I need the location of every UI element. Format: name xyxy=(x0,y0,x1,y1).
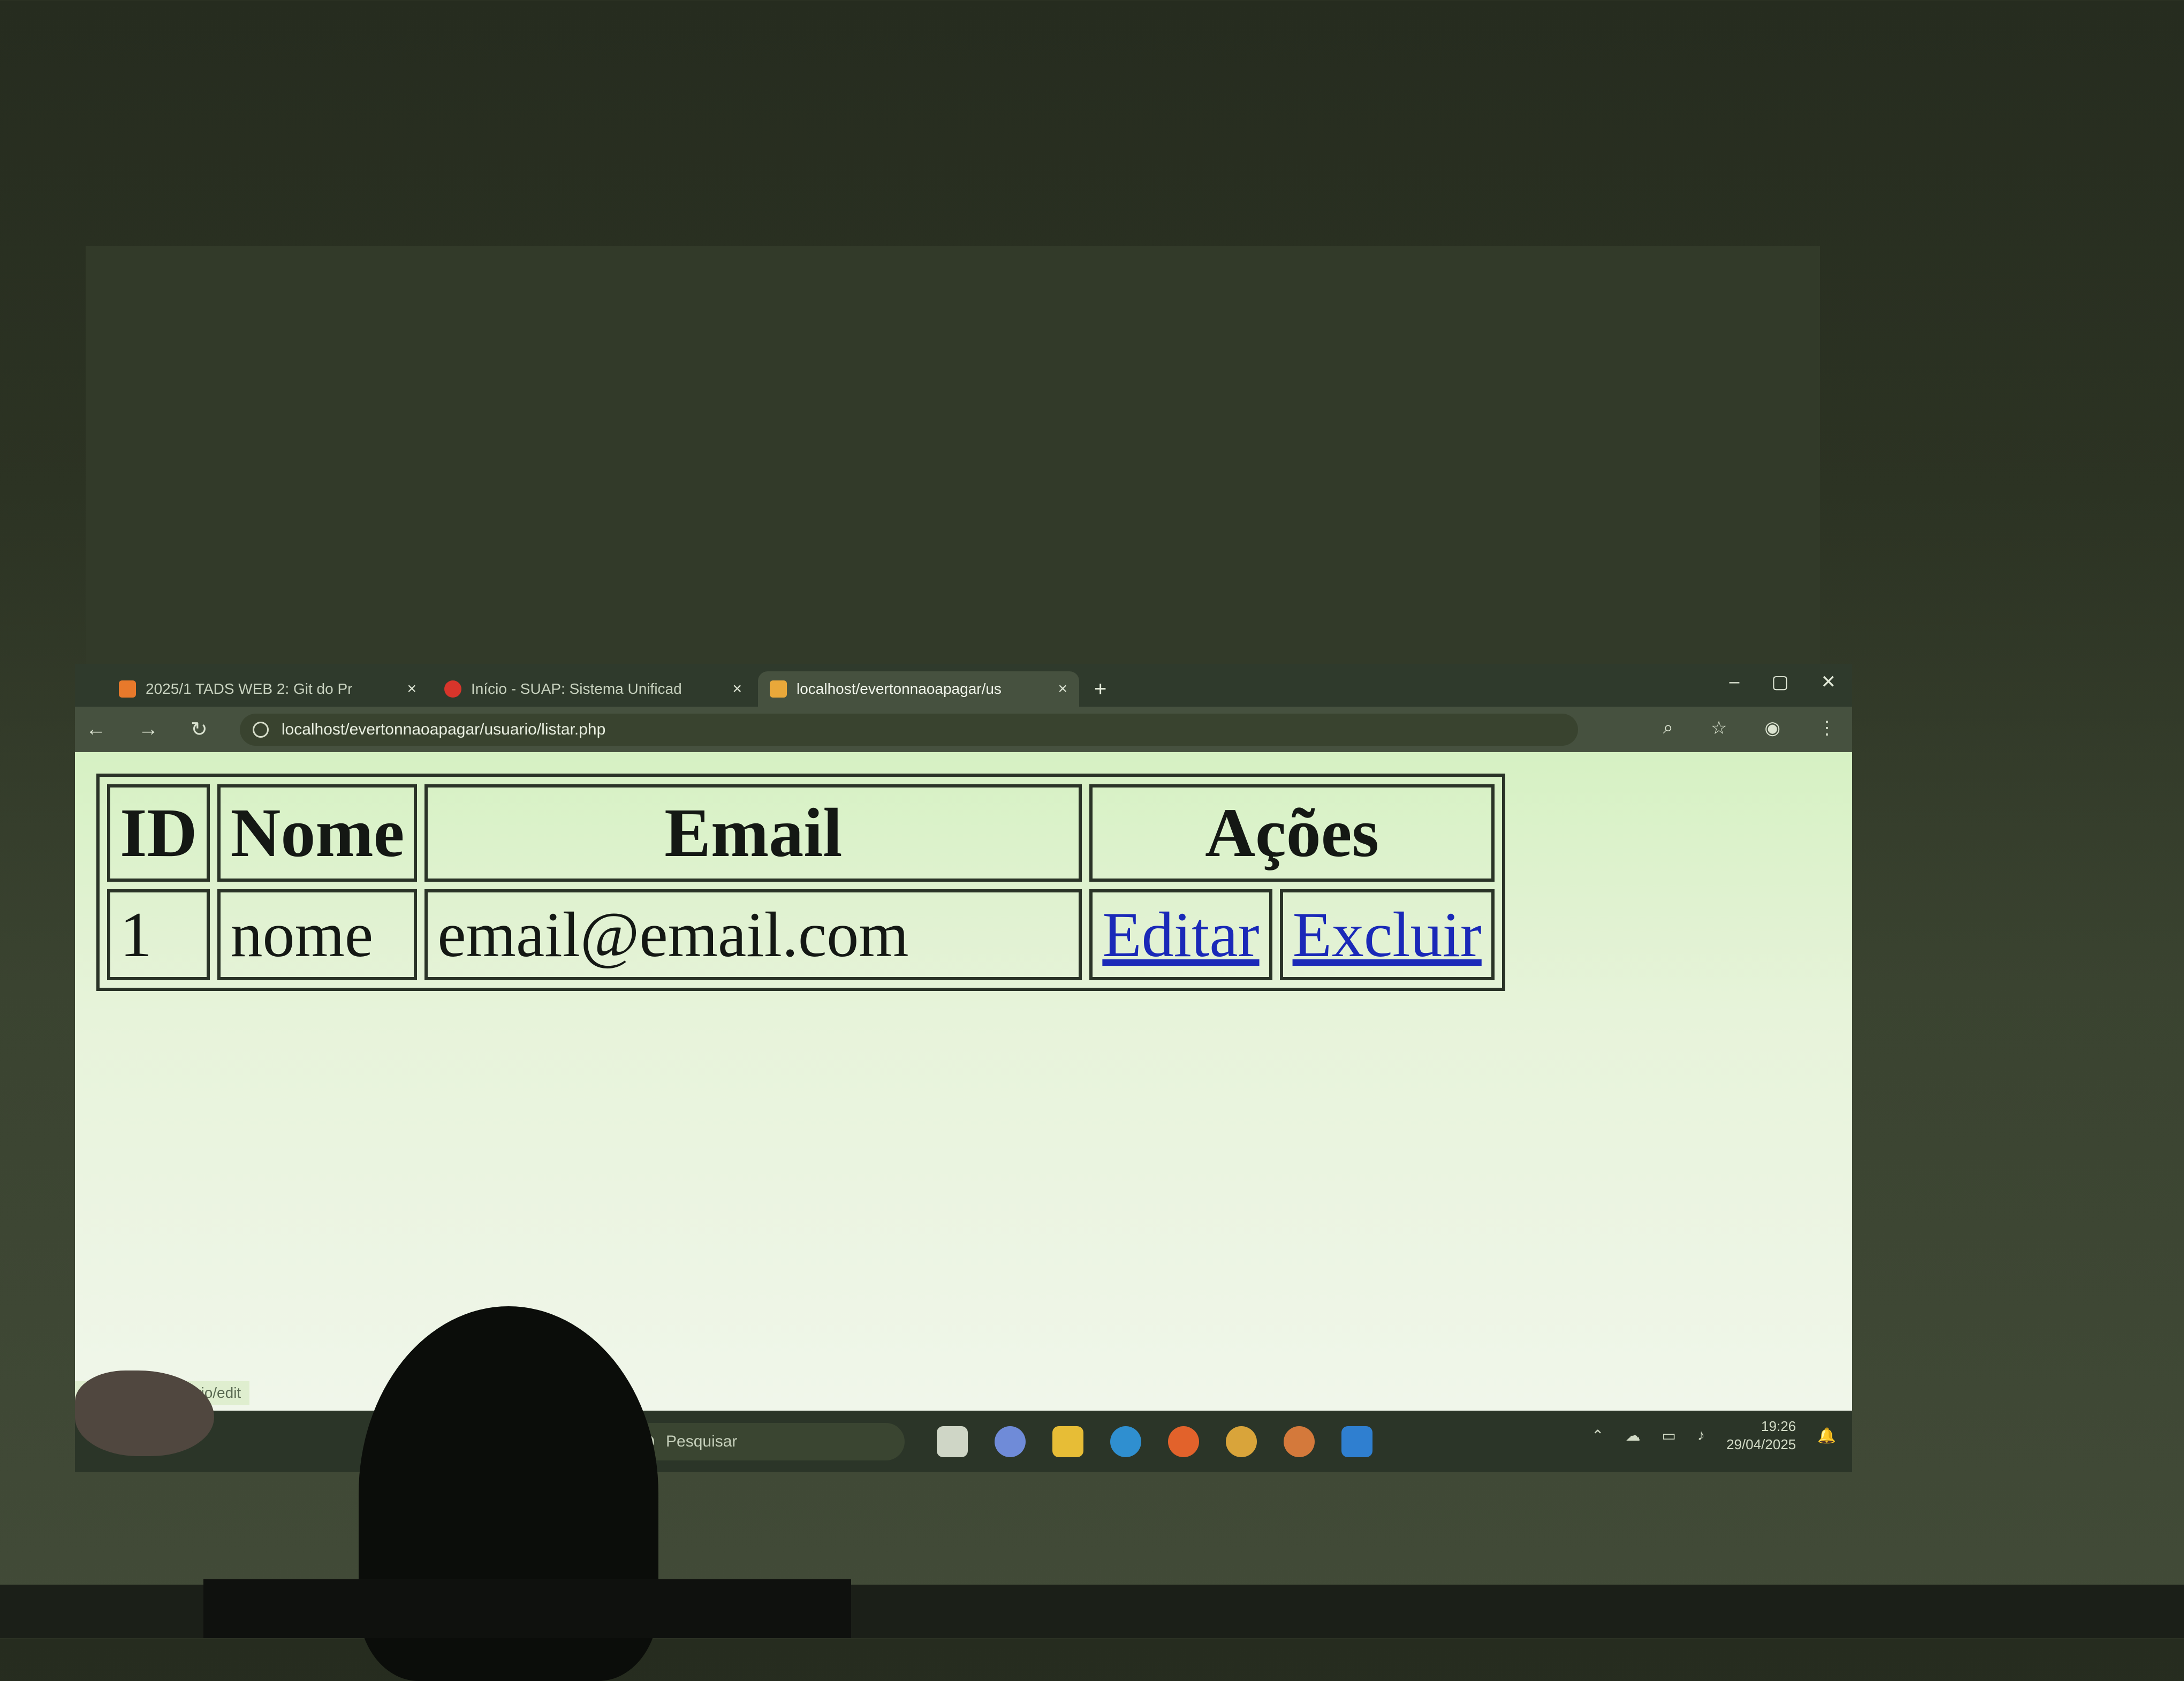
header-id: ID xyxy=(107,784,210,882)
cell-nome: nome xyxy=(217,889,418,980)
zoom-icon[interactable]: ⌕ xyxy=(1663,717,1673,739)
cell-email: email@email.com xyxy=(424,889,1082,980)
task-view-icon[interactable] xyxy=(937,1426,968,1457)
cell-id: 1 xyxy=(107,889,210,980)
toolbar-icons: ⌕ ☆ ◉ ⋮ xyxy=(1663,717,1836,739)
notification-icon[interactable]: 🔔 xyxy=(1817,1427,1836,1444)
star-icon[interactable]: ☆ xyxy=(1711,717,1727,739)
projection-screen-blank xyxy=(86,246,1820,675)
edit-link[interactable]: Editar xyxy=(1102,899,1259,970)
taskbar-apps xyxy=(937,1426,1372,1457)
table-header-row: ID Nome Email Ações xyxy=(107,784,1495,882)
system-tray: ⌃ ☁ ▭ ♪ 19:26 29/04/2025 🔔 xyxy=(1591,1417,1836,1453)
url-text: localhost/evertonnaoapagar/usuario/lista… xyxy=(281,720,606,738)
tab-close-icon[interactable]: × xyxy=(407,680,416,698)
delete-link[interactable]: Excluir xyxy=(1293,899,1482,970)
vscode-icon[interactable] xyxy=(1341,1426,1372,1457)
browser-chrome: 2025/1 TADS WEB 2: Git do Pr × Início - … xyxy=(75,664,1852,752)
address-bar-row: ← → ↻ localhost/evertonnaoapagar/usuario… xyxy=(75,707,1852,752)
tab-strip: 2025/1 TADS WEB 2: Git do Pr × Início - … xyxy=(75,664,1852,707)
copilot-icon[interactable] xyxy=(995,1426,1026,1457)
edge-icon[interactable] xyxy=(1110,1426,1141,1457)
tab-close-icon[interactable]: × xyxy=(1058,680,1067,698)
suap-favicon-icon xyxy=(444,680,461,698)
users-table: ID Nome Email Ações 1 nome email@email.c… xyxy=(96,774,1505,991)
file-explorer-icon[interactable] xyxy=(1052,1426,1083,1457)
browser-window: 2025/1 TADS WEB 2: Git do Pr × Início - … xyxy=(75,664,1852,1472)
cell-delete: Excluir xyxy=(1279,889,1495,980)
display-icon[interactable]: ▭ xyxy=(1662,1427,1676,1444)
page-content: ID Nome Email Ações 1 nome email@email.c… xyxy=(75,752,1852,1411)
search-placeholder: Pesquisar xyxy=(666,1432,738,1450)
clock-date: 29/04/2025 xyxy=(1726,1436,1796,1452)
tab-suap[interactable]: Início - SUAP: Sistema Unificad × xyxy=(433,671,754,707)
tab-title: 2025/1 TADS WEB 2: Git do Pr xyxy=(146,680,353,697)
cell-edit: Editar xyxy=(1089,889,1272,980)
taskbar-search-input[interactable]: Pesquisar xyxy=(626,1422,905,1460)
tab-tads-web[interactable]: 2025/1 TADS WEB 2: Git do Pr × xyxy=(107,671,428,707)
site-info-icon[interactable] xyxy=(252,721,269,738)
cloud-icon[interactable]: ☁ xyxy=(1626,1427,1641,1444)
speaker-icon[interactable]: ♪ xyxy=(1697,1427,1705,1444)
header-nome: Nome xyxy=(217,784,418,882)
clock-time: 19:26 xyxy=(1761,1418,1796,1434)
chevron-up-icon[interactable]: ⌃ xyxy=(1591,1427,1604,1444)
forward-icon[interactable]: → xyxy=(138,718,158,741)
clock[interactable]: 19:26 29/04/2025 xyxy=(1726,1417,1796,1453)
header-acoes: Ações xyxy=(1089,784,1495,882)
table-row: 1 nome email@email.com Editar Excluir xyxy=(107,889,1495,980)
window-controls: – ▢ ✕ xyxy=(1729,671,1836,693)
chrome-profile-icon[interactable] xyxy=(1284,1426,1315,1457)
tab-title: Início - SUAP: Sistema Unificad xyxy=(471,680,682,697)
windows-taskbar: Pesquisar ⌃ ☁ ▭ ♪ 19:26 29/04/2025 🔔 xyxy=(75,1411,1852,1472)
url-input[interactable]: localhost/evertonnaoapagar/usuario/lista… xyxy=(239,713,1578,746)
maximize-icon[interactable]: ▢ xyxy=(1771,671,1788,693)
profile-icon[interactable]: ◉ xyxy=(1764,717,1780,739)
foreground-monitor xyxy=(203,1579,851,1638)
tab-title: localhost/evertonnaoapagar/us xyxy=(797,680,1002,697)
firefox-icon[interactable] xyxy=(1168,1426,1199,1457)
header-email: Email xyxy=(424,784,1082,882)
new-tab-button[interactable]: + xyxy=(1094,671,1106,707)
chrome-icon[interactable] xyxy=(1226,1426,1257,1457)
tab-localhost[interactable]: localhost/evertonnaoapagar/us × xyxy=(758,671,1079,707)
minimize-icon[interactable]: – xyxy=(1729,671,1739,693)
reload-icon[interactable]: ↻ xyxy=(191,717,208,741)
xampp-favicon-icon xyxy=(770,680,787,698)
close-window-icon[interactable]: ✕ xyxy=(1821,671,1837,693)
gitlab-favicon-icon xyxy=(119,680,136,698)
back-icon[interactable]: ← xyxy=(86,718,106,741)
menu-icon[interactable]: ⋮ xyxy=(1818,717,1836,739)
tab-close-icon[interactable]: × xyxy=(732,680,742,698)
